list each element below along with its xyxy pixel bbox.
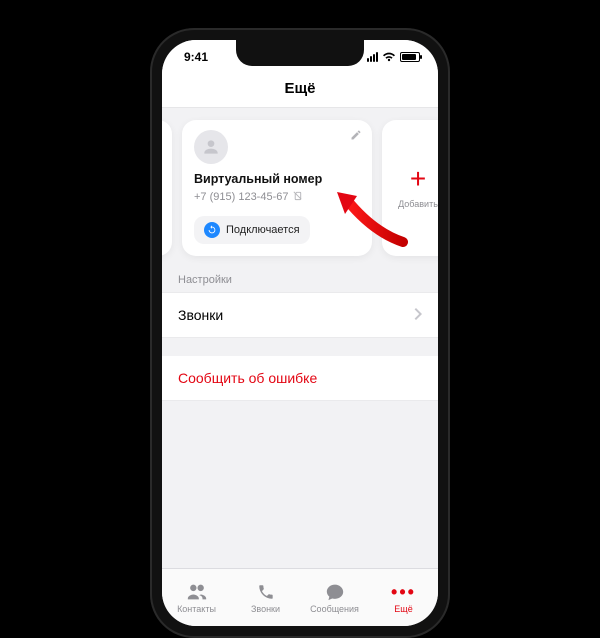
row-report-error[interactable]: Сообщить об ошибке xyxy=(162,356,438,401)
card-previous[interactable] xyxy=(162,120,172,256)
plus-icon[interactable]: + xyxy=(410,165,426,193)
notch xyxy=(236,40,364,66)
wifi-icon xyxy=(382,52,396,62)
tab-calls[interactable]: Звонки xyxy=(231,569,300,626)
pencil-icon[interactable] xyxy=(350,128,362,146)
content: Виртуальный номер +7 (915) 123-45-67 Под… xyxy=(162,108,438,568)
chevron-right-icon xyxy=(414,307,422,323)
tab-bar: Контакты Звонки Сообщения ••• Ещё xyxy=(162,568,438,626)
battery-icon xyxy=(400,52,420,62)
phone-frame: 9:41 Ещё xyxy=(150,28,450,638)
phone-icon xyxy=(257,582,275,602)
more-icon: ••• xyxy=(391,582,416,602)
phone-number: +7 (915) 123-45-67 xyxy=(194,191,288,203)
tab-label: Звонки xyxy=(251,604,280,614)
row-label: Сообщить об ошибке xyxy=(178,370,317,386)
section-header-settings: Настройки xyxy=(162,268,438,292)
avatar-icon xyxy=(194,130,228,164)
status-indicators xyxy=(367,52,420,62)
page-title: Ещё xyxy=(162,74,438,108)
row-calls[interactable]: Звонки xyxy=(162,292,438,338)
tab-label: Сообщения xyxy=(310,604,359,614)
number-cards[interactable]: Виртуальный номер +7 (915) 123-45-67 Под… xyxy=(162,108,438,268)
no-sim-icon xyxy=(292,188,303,206)
row-label: Звонки xyxy=(178,307,223,323)
signal-icon xyxy=(367,52,378,62)
tab-more[interactable]: ••• Ещё xyxy=(369,569,438,626)
card-add[interactable]: + Добавить xyxy=(382,120,438,256)
chat-icon xyxy=(325,582,345,602)
status-chip: Подключается xyxy=(194,216,310,244)
sync-icon xyxy=(204,222,220,238)
status-time: 9:41 xyxy=(184,50,208,64)
tab-contacts[interactable]: Контакты xyxy=(162,569,231,626)
contacts-icon xyxy=(186,582,208,602)
card-virtual-number[interactable]: Виртуальный номер +7 (915) 123-45-67 Под… xyxy=(182,120,372,256)
screen: 9:41 Ещё xyxy=(162,40,438,626)
add-label: Добавить xyxy=(398,199,438,209)
card-title: Виртуальный номер xyxy=(194,172,360,186)
tab-messages[interactable]: Сообщения xyxy=(300,569,369,626)
tab-label: Ещё xyxy=(394,604,412,614)
tab-label: Контакты xyxy=(177,604,216,614)
status-text: Подключается xyxy=(226,224,300,236)
